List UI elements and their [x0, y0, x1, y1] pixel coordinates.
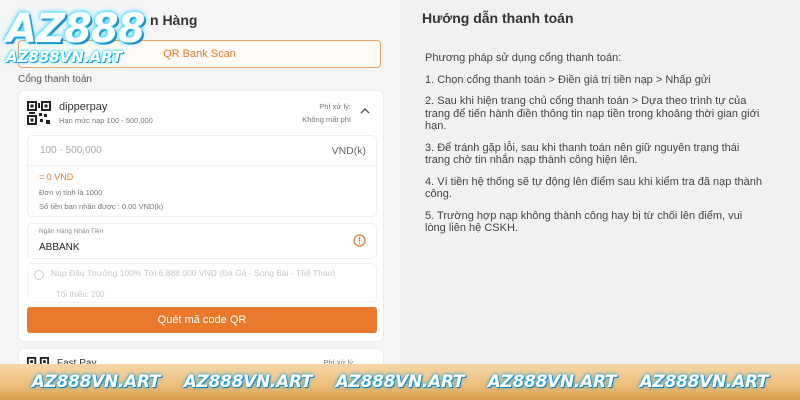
payment-gate-header[interactable]: dipperpay Hạn mức nạp 100 - 500,000 Phí …: [27, 99, 377, 131]
promo-text: Nạp Đầu Thưởng 100% Tới 6.888.000 VND (Đ…: [51, 268, 336, 278]
bank-label: Ngân Hàng Nhận Tiền: [39, 228, 104, 235]
guide-step: 3. Để tránh gặp lỗi, sau khi thanh toán …: [425, 141, 740, 167]
section-title: n Hàng: [150, 12, 198, 28]
banner-text: AZ888VN.ART: [183, 372, 313, 392]
chevron-up-icon[interactable]: [359, 105, 371, 117]
qr-code-icon: [27, 101, 51, 125]
guide-panel: Hướng dẫn thanh toán Phương pháp sử dụng…: [400, 0, 800, 400]
guide-title: Hướng dẫn thanh toán: [422, 10, 574, 26]
amount-unit: VND(k): [331, 145, 366, 157]
deposit-panel: AZ888 AZ888VN.ART n Hàng QR Bank Scan Cổ…: [0, 0, 400, 400]
vnd-equivalent: = 0 VND: [39, 172, 74, 182]
banner-text: AZ888VN.ART: [639, 372, 769, 392]
gate-name: dipperpay: [59, 101, 108, 113]
banner-text: AZ888VN.ART: [487, 372, 617, 392]
promo-option[interactable]: Nạp Đầu Thưởng 100% Tới 6.888.000 VND (Đ…: [27, 263, 377, 303]
promo-radio[interactable]: [34, 270, 44, 280]
guide-step: 2. Sau khi hiện trang chủ cổng thanh toá…: [425, 95, 760, 132]
payment-gate-card: dipperpay Hạn mức nạp 100 - 500,000 Phí …: [18, 90, 384, 342]
guide-steps: Phương pháp sử dụng cổng thanh toán: 1. …: [425, 52, 765, 244]
brand-logo[interactable]: AZ888 AZ888VN.ART: [0, 0, 145, 68]
promo-min: Tối thiểu: 200: [56, 290, 105, 299]
fee-label: Phí xử lý:: [319, 102, 351, 111]
guide-step: 5. Trường hợp nạp không thành công hay b…: [425, 209, 743, 235]
receive-amount-note: Số tiền bạn nhận được : 0.00 VND(k): [39, 202, 164, 211]
guide-step: 4. Ví tiền hệ thống sẽ tự động lên điểm …: [425, 175, 762, 201]
amount-section: VND(k) = 0 VND Đơn vị tính là 1000 Số ti…: [27, 135, 377, 217]
fee-value: Không mất phí: [302, 115, 351, 124]
unit-note: Đơn vị tính là 1000: [39, 188, 103, 197]
bank-select[interactable]: Ngân Hàng Nhận Tiền ABBANK: [27, 223, 377, 259]
banner-text: AZ888VN.ART: [31, 372, 161, 392]
bank-value: ABBANK: [39, 242, 80, 253]
guide-intro: Phương pháp sử dụng cổng thanh toán:: [425, 52, 622, 64]
gate-limit: Hạn mức nạp 100 - 500,000: [59, 116, 153, 125]
logo-sub-text: AZ888VN.ART: [6, 48, 123, 66]
amount-input[interactable]: [28, 136, 376, 166]
banner-text: AZ888VN.ART: [335, 372, 465, 392]
logo-main-text: AZ888: [6, 6, 145, 52]
guide-step: 1. Chọn cổng thanh toán > Điền giá trị t…: [425, 73, 711, 86]
watermark-banner: AZ888VN.ART AZ888VN.ART AZ888VN.ART AZ88…: [0, 364, 800, 400]
info-icon[interactable]: [353, 234, 366, 247]
gate-section-label: Cổng thanh toán: [18, 74, 92, 85]
scan-qr-button[interactable]: Quét mã code QR: [27, 307, 377, 333]
